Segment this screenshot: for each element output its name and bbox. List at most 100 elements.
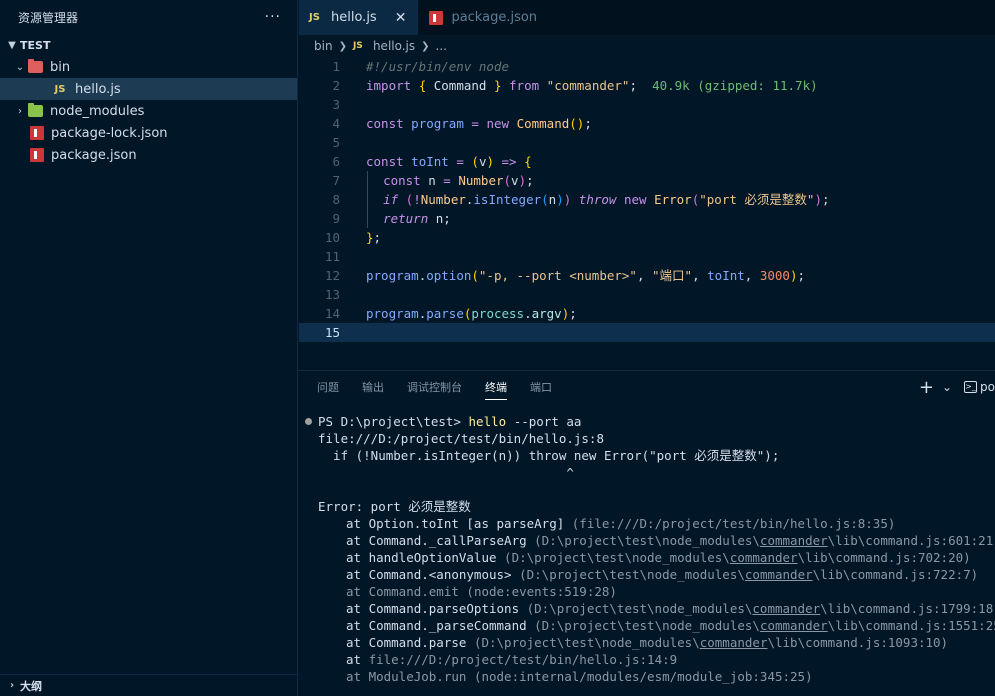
chevron-right-icon: › — [9, 680, 15, 691]
tab-hello-js[interactable]: JS hello.js ✕ — [299, 0, 420, 35]
code-line: 9 return n; — [299, 209, 995, 228]
stack-frame-location[interactable]: (node:internal/modules/esm/module_job:34… — [474, 669, 813, 684]
tree-item-package-lock[interactable]: package-lock.json — [0, 122, 297, 144]
code-token: "port 必须是整数" — [699, 192, 815, 207]
stack-frame-location[interactable]: (D:\project\test\node_modules\commander\… — [527, 601, 995, 616]
code-token: isInteger — [473, 192, 542, 207]
outline-section-header[interactable]: › 大纲 — [0, 674, 297, 696]
tab-debug-console[interactable]: 调试控制台 — [407, 375, 462, 399]
line-number: 6 — [332, 154, 340, 169]
line-number: 2 — [332, 78, 340, 93]
stack-frame-location[interactable]: file:///D:/project/test/bin/hello.js:14:… — [369, 652, 678, 667]
stack-frame-location[interactable]: (D:\project\test\node_modules\commander\… — [504, 550, 971, 565]
code-token: v — [511, 173, 519, 188]
code-token: from — [509, 78, 540, 93]
code-line: 10}; — [299, 228, 995, 247]
code-token: toInt — [411, 154, 449, 169]
terminal-output[interactable]: PS D:\project\test> hello --port aa file… — [299, 413, 995, 685]
tab-package-json[interactable]: package.json — [419, 0, 551, 35]
chevron-down-icon[interactable]: ⌄ — [942, 380, 952, 394]
code-token: if — [383, 192, 399, 207]
code-token: throw — [578, 192, 617, 207]
code-line: 1 #!/usr/bin/env node — [299, 57, 995, 76]
stack-frame-function: at Command.<anonymous> — [346, 567, 512, 582]
npm-icon — [429, 10, 444, 25]
code-line: 12 program.option("-p, --port <number>", … — [299, 266, 995, 285]
terminal-line: file:///D:/project/test/bin/hello.js:8 — [318, 431, 604, 446]
js-file-icon: JS — [352, 41, 363, 51]
code-line: 4 const program = new Command(); — [299, 114, 995, 133]
breadcrumb-item[interactable]: bin — [314, 39, 333, 53]
more-actions-button[interactable]: ··· — [265, 9, 281, 25]
code-token: new — [486, 116, 510, 131]
tab-output[interactable]: 输出 — [362, 375, 384, 399]
tree-item-node-modules[interactable]: › node_modules — [0, 100, 297, 122]
stack-frame: at ModuleJob.run (node:internal/modules/… — [299, 668, 995, 685]
code-line: 13 — [299, 285, 995, 304]
breadcrumb-item[interactable]: hello.js — [373, 39, 415, 53]
workspace-section-header[interactable]: ▼ TEST — [0, 34, 297, 56]
tree-item-bin[interactable]: ⌄ bin — [0, 56, 297, 78]
editor-area: JS hello.js ✕ package.json bin ❯ JS hell… — [299, 0, 995, 370]
tab-problems[interactable]: 问题 — [317, 375, 339, 399]
line-number: 9 — [332, 211, 340, 226]
terminal-line: Error: port 必须是整数 — [318, 499, 471, 514]
stack-frame-function: at Command.emit — [346, 584, 459, 599]
chevron-right-icon: ❯ — [421, 40, 430, 52]
stack-frame-function: at ModuleJob.run — [346, 669, 467, 684]
code-editor[interactable]: 1 #!/usr/bin/env node 2 import { Command }… — [299, 57, 995, 342]
tree-item-label: package.json — [51, 147, 137, 163]
stack-frame-location[interactable]: (D:\project\test\node_modules\commander\… — [534, 533, 995, 548]
tree-item-label: bin — [50, 59, 71, 75]
command-status-dot-icon — [305, 418, 312, 425]
tree-item-label: hello.js — [75, 81, 121, 97]
stack-frame-function: at handleOptionValue — [346, 550, 497, 565]
editor-tabs: JS hello.js ✕ package.json — [299, 0, 995, 35]
tree-item-package-json[interactable]: package.json — [0, 144, 297, 166]
line-number: 11 — [324, 249, 340, 264]
stack-frame-location[interactable]: (D:\project\test\node_modules\commander\… — [474, 635, 948, 650]
tree-item-label: node_modules — [50, 103, 145, 119]
breadcrumb-item[interactable]: ... — [436, 39, 447, 53]
stack-frame-location[interactable]: (D:\project\test\node_modules\commander\… — [534, 618, 995, 633]
code-line: 8 if (!Number.isInteger(n)) throw new Er… — [299, 190, 995, 209]
code-token: program — [366, 306, 419, 321]
terminal-line: PS D:\project\test> hello --port aa — [299, 413, 995, 430]
stack-frame-location[interactable]: (file:///D:/project/test/bin/hello.js:8:… — [572, 516, 896, 531]
stack-frame-function: at — [346, 652, 362, 667]
code-token: process — [471, 306, 525, 321]
line-number: 3 — [332, 97, 340, 112]
line-number: 8 — [332, 192, 340, 207]
chevron-down-icon: ⌄ — [15, 61, 25, 73]
stack-frame: at handleOptionValue (D:\project\test\no… — [299, 549, 995, 566]
panel-actions: + ⌄ >_ po — [919, 371, 995, 403]
code-token: program — [366, 268, 419, 283]
code-token: #!/usr/bin/env node — [366, 59, 509, 74]
new-terminal-button[interactable]: + — [919, 377, 934, 398]
chevron-right-icon: › — [18, 105, 22, 117]
stack-frame: at Command.emit (node:events:519:28) — [299, 583, 995, 600]
explorer-header: 资源管理器 ··· — [0, 0, 297, 34]
workspace-name: TEST — [20, 38, 51, 52]
tree-item-hello-js[interactable]: JS hello.js — [0, 78, 297, 100]
stack-trace: at Option.toInt [as parseArg] (file:///D… — [299, 515, 995, 685]
tab-ports[interactable]: 端口 — [530, 375, 552, 399]
panel-tabs: 问题 输出 调试控制台 终端 端口 — [299, 371, 995, 403]
folder-bin-icon — [28, 59, 43, 73]
code-token: return — [383, 211, 429, 226]
code-token: new — [623, 192, 647, 207]
stack-frame-location[interactable]: (D:\project\test\node_modules\commander\… — [519, 567, 978, 582]
stack-frame-location[interactable]: (node:events:519:28) — [466, 584, 617, 599]
code-token: Number — [420, 192, 466, 207]
stack-frame-function: at Command.parse — [346, 635, 467, 650]
code-line: 6 const toInt = (v) => { — [299, 152, 995, 171]
close-icon[interactable]: ✕ — [395, 10, 407, 26]
line-number: 7 — [332, 173, 340, 188]
import-cost-hint: 40.9k (gzipped: 11.7k) — [652, 78, 818, 93]
terminal-command: hello — [468, 414, 507, 429]
tab-terminal[interactable]: 终端 — [485, 375, 507, 400]
terminal-icon: >_ — [964, 381, 978, 393]
stack-frame-function: at Command._callParseArg — [346, 533, 527, 548]
bottom-panel: 问题 输出 调试控制台 终端 端口 + ⌄ >_ po PS D:\projec… — [299, 370, 995, 696]
terminal-shell-tab[interactable]: >_ po — [964, 380, 995, 394]
